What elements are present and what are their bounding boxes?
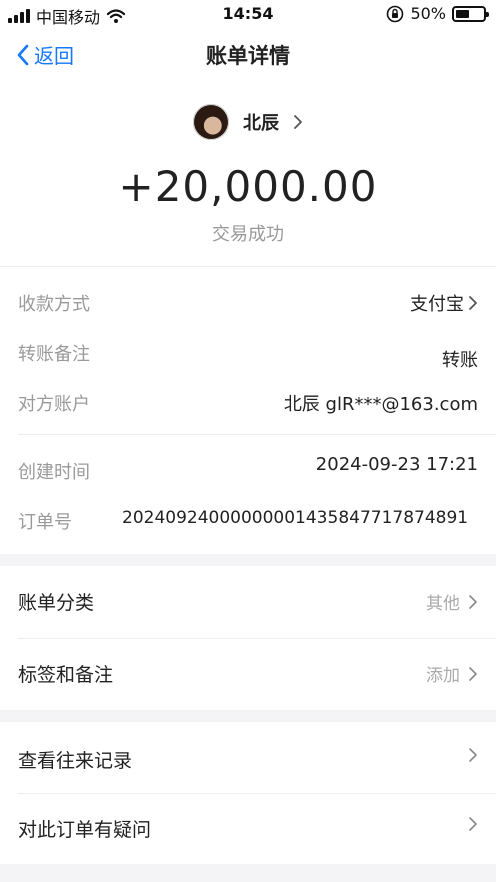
chevron-right-icon <box>468 747 478 763</box>
amount: +20,000.00 <box>118 162 378 211</box>
created-time-label: 创建时间 <box>18 462 90 483</box>
payment-method-row[interactable]: 收款方式 支付宝 <box>0 284 496 318</box>
bill-options-card: 账单分类 其他 标签和备注 添加 <box>0 566 496 710</box>
battery-percent: 50% <box>410 4 446 23</box>
counterparty-account-value: 北辰 glR***@163.com <box>283 394 478 415</box>
orientation-lock-icon <box>386 5 404 23</box>
navigation-bar: 返回 账单详情 <box>0 28 496 80</box>
battery-icon <box>452 5 489 22</box>
created-time-value: 2024-09-23 17:21 <box>315 454 478 475</box>
transfer-remark-row: 转账备注 转账 <box>0 334 496 371</box>
chevron-right-icon <box>293 114 303 130</box>
order-number-row: 订单号 20240924000000001435847717874891 <box>0 502 496 536</box>
chevron-right-icon <box>468 594 478 610</box>
tags-notes-row[interactable]: 标签和备注 添加 <box>0 638 496 710</box>
counterparty-account-row: 对方账户 北辰 glR***@163.com <box>0 384 496 418</box>
counterparty-account-label: 对方账户 <box>18 394 90 415</box>
payment-method-value: 支付宝 <box>410 294 464 315</box>
payee-name: 北辰 <box>243 113 279 134</box>
transfer-remark-value: 转账 <box>442 350 478 371</box>
order-question-label: 对此订单有疑问 <box>18 819 152 841</box>
created-time-row: 创建时间 2024-09-23 17:21 <box>0 452 496 486</box>
transfer-remark-label: 转账备注 <box>18 344 90 365</box>
bill-summary-card: 北辰 +20,000.00 交易成功 收款方式 支付宝 转账备注 转账 对方账户… <box>0 80 496 554</box>
divider <box>0 266 496 267</box>
order-number-value: 20240924000000001435847717874891 <box>122 508 469 528</box>
order-number-label: 订单号 <box>18 512 72 533</box>
bill-category-value: 其他 <box>426 594 460 614</box>
chevron-right-icon <box>468 816 478 832</box>
tags-notes-value: 添加 <box>426 666 460 686</box>
view-history-label: 查看往来记录 <box>18 750 133 772</box>
more-actions-card: 查看往来记录 对此订单有疑问 <box>0 722 496 864</box>
order-question-row[interactable]: 对此订单有疑问 <box>0 793 496 865</box>
transaction-status: 交易成功 <box>212 224 284 245</box>
tags-notes-label: 标签和备注 <box>18 664 114 686</box>
status-bar: 中国移动 14:54 50% <box>0 0 496 28</box>
page-title: 账单详情 <box>206 44 290 68</box>
divider <box>18 434 496 435</box>
avatar <box>193 104 229 140</box>
chevron-right-icon <box>468 295 478 311</box>
payee-link[interactable]: 北辰 <box>0 104 496 140</box>
bill-category-row[interactable]: 账单分类 其他 <box>0 566 496 638</box>
bill-category-label: 账单分类 <box>18 592 95 614</box>
chevron-right-icon <box>468 666 478 682</box>
view-history-row[interactable]: 查看往来记录 <box>0 724 496 796</box>
payment-method-label: 收款方式 <box>18 294 90 315</box>
